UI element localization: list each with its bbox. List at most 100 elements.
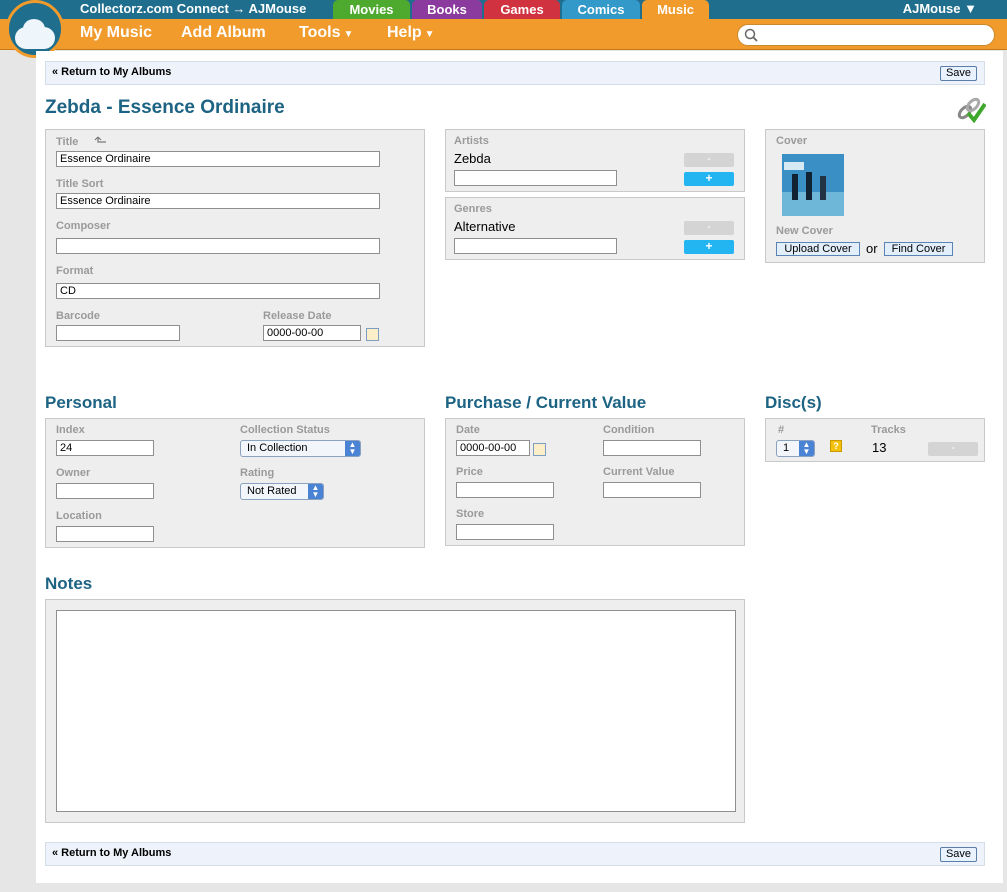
- undo-icon[interactable]: [94, 134, 108, 144]
- help-icon[interactable]: ?: [830, 440, 842, 452]
- cover-image[interactable]: [782, 154, 844, 216]
- cloud-base: [15, 27, 55, 49]
- condition-label: Condition: [603, 424, 655, 436]
- release-date-field[interactable]: 0000-00-00: [263, 325, 361, 341]
- format-field[interactable]: CD: [56, 283, 380, 299]
- purchase-date-label: Date: [456, 424, 480, 436]
- condition-field[interactable]: [603, 440, 701, 456]
- barcode-label: Barcode: [56, 310, 101, 322]
- title-sort-label: Title Sort: [56, 178, 104, 190]
- tab-music[interactable]: Music: [642, 0, 709, 19]
- artist-input[interactable]: [454, 170, 617, 186]
- site-title: Collectorz.com Connect → AJMouse: [80, 1, 307, 16]
- collection-status-select[interactable]: In Collection ▲ ▼: [240, 440, 361, 457]
- nav-my-music[interactable]: My Music: [80, 24, 152, 42]
- price-field[interactable]: [456, 482, 554, 498]
- cover-label: Cover: [776, 135, 808, 147]
- purchase-date-field[interactable]: 0000-00-00: [456, 440, 530, 456]
- genre-value: Alternative: [454, 219, 516, 234]
- or-text: or: [866, 241, 878, 256]
- user-menu[interactable]: AJMouse ▼: [903, 1, 977, 16]
- disc-number-select[interactable]: 1 ▲ ▼: [776, 440, 815, 457]
- disc-number-value: 1: [783, 442, 790, 454]
- notes-heading: Notes: [45, 574, 93, 593]
- chevron-down-icon: ▼: [424, 29, 435, 40]
- rating-value: Not Rated: [247, 485, 297, 497]
- save-button[interactable]: Save: [940, 847, 977, 862]
- composer-field[interactable]: [56, 238, 380, 254]
- nav-help-label: Help: [387, 24, 422, 41]
- collection-status-label: Collection Status: [240, 424, 330, 436]
- rating-select[interactable]: Not Rated ▲ ▼: [240, 483, 324, 500]
- page-title: Zebda - Essence Ordinaire: [45, 97, 285, 118]
- format-label: Format: [56, 265, 94, 277]
- artist-value: Zebda: [454, 151, 491, 166]
- action-bar-bottom: « Return to My Albums Save: [45, 842, 985, 866]
- tracks-label: Tracks: [871, 424, 906, 436]
- barcode-field[interactable]: [56, 325, 180, 341]
- nav-tools-label: Tools: [299, 24, 341, 41]
- chevron-down-icon: ▼: [343, 29, 354, 40]
- disc-number-label: #: [778, 424, 785, 436]
- title-field[interactable]: Essence Ordinaire: [56, 151, 380, 167]
- notes-panel: [45, 599, 745, 823]
- tab-movies[interactable]: Movies: [333, 0, 410, 19]
- location-field[interactable]: [56, 526, 154, 542]
- top-bar: Collectorz.com Connect → AJMouse Movies …: [0, 0, 1007, 19]
- tab-comics[interactable]: Comics: [562, 0, 640, 19]
- artists-panel: Artists Zebda - +: [445, 129, 745, 192]
- collection-status-value: In Collection: [247, 442, 308, 454]
- location-label: Location: [56, 510, 102, 522]
- calendar-icon[interactable]: [533, 443, 546, 456]
- remove-disc-button[interactable]: -: [928, 442, 978, 456]
- release-date-label: Release Date: [263, 310, 332, 322]
- purchase-panel: Date 0000-00-00 Condition Price Current …: [445, 418, 745, 546]
- rating-label: Rating: [240, 467, 275, 479]
- index-field[interactable]: 24: [56, 440, 154, 456]
- search-input[interactable]: [737, 24, 995, 46]
- nav-help[interactable]: Help ▼: [387, 24, 435, 42]
- new-cover-label: New Cover: [776, 225, 833, 237]
- personal-heading: Personal: [45, 393, 117, 412]
- remove-artist-button[interactable]: -: [684, 153, 734, 167]
- discs-panel: # 1 ▲ ▼ ? Tracks 13 -: [765, 418, 985, 462]
- personal-panel: Index 24 Collection Status In Collection…: [45, 418, 425, 548]
- add-artist-button[interactable]: +: [684, 172, 734, 186]
- price-label: Price: [456, 466, 483, 478]
- main-fields-panel: Title Essence Ordinaire Title Sort Essen…: [45, 129, 425, 347]
- select-arrows-icon: ▲ ▼: [308, 484, 323, 499]
- upload-cover-button[interactable]: Upload Cover: [776, 242, 860, 256]
- composer-label: Composer: [56, 220, 111, 232]
- nav-tools[interactable]: Tools ▼: [299, 24, 353, 42]
- cover-panel: Cover New Cover Upload Cover or Find Cov…: [765, 129, 985, 263]
- tab-games[interactable]: Games: [484, 0, 560, 19]
- return-link[interactable]: « Return to My Albums: [52, 66, 171, 78]
- find-cover-button[interactable]: Find Cover: [884, 242, 953, 256]
- genres-panel: Genres Alternative - +: [445, 197, 745, 260]
- logo[interactable]: [6, 0, 64, 58]
- remove-genre-button[interactable]: -: [684, 221, 734, 235]
- index-label: Index: [56, 424, 85, 436]
- calendar-icon[interactable]: [366, 328, 379, 341]
- genre-input[interactable]: [454, 238, 617, 254]
- action-bar-top: « Return to My Albums Save: [45, 61, 985, 85]
- return-link[interactable]: « Return to My Albums: [52, 847, 171, 859]
- purchase-heading: Purchase / Current Value: [445, 393, 647, 412]
- save-button[interactable]: Save: [940, 66, 977, 81]
- current-value-label: Current Value: [603, 466, 675, 478]
- discs-heading: Disc(s): [765, 393, 822, 412]
- notes-textarea[interactable]: [56, 610, 736, 812]
- search-icon: [744, 28, 758, 42]
- title-sort-field[interactable]: Essence Ordinaire: [56, 193, 380, 209]
- artists-label: Artists: [454, 135, 489, 147]
- nav-add-album[interactable]: Add Album: [181, 24, 266, 42]
- current-value-field[interactable]: [603, 482, 701, 498]
- page-content: « Return to My Albums Save Zebda - Essen…: [36, 51, 1003, 883]
- select-arrows-icon: ▲ ▼: [345, 441, 360, 456]
- store-field[interactable]: [456, 524, 554, 540]
- owner-field[interactable]: [56, 483, 154, 499]
- add-genre-button[interactable]: +: [684, 240, 734, 254]
- tab-books[interactable]: Books: [412, 0, 482, 19]
- tracks-value: 13: [872, 440, 887, 455]
- linked-check-icon[interactable]: [954, 95, 986, 123]
